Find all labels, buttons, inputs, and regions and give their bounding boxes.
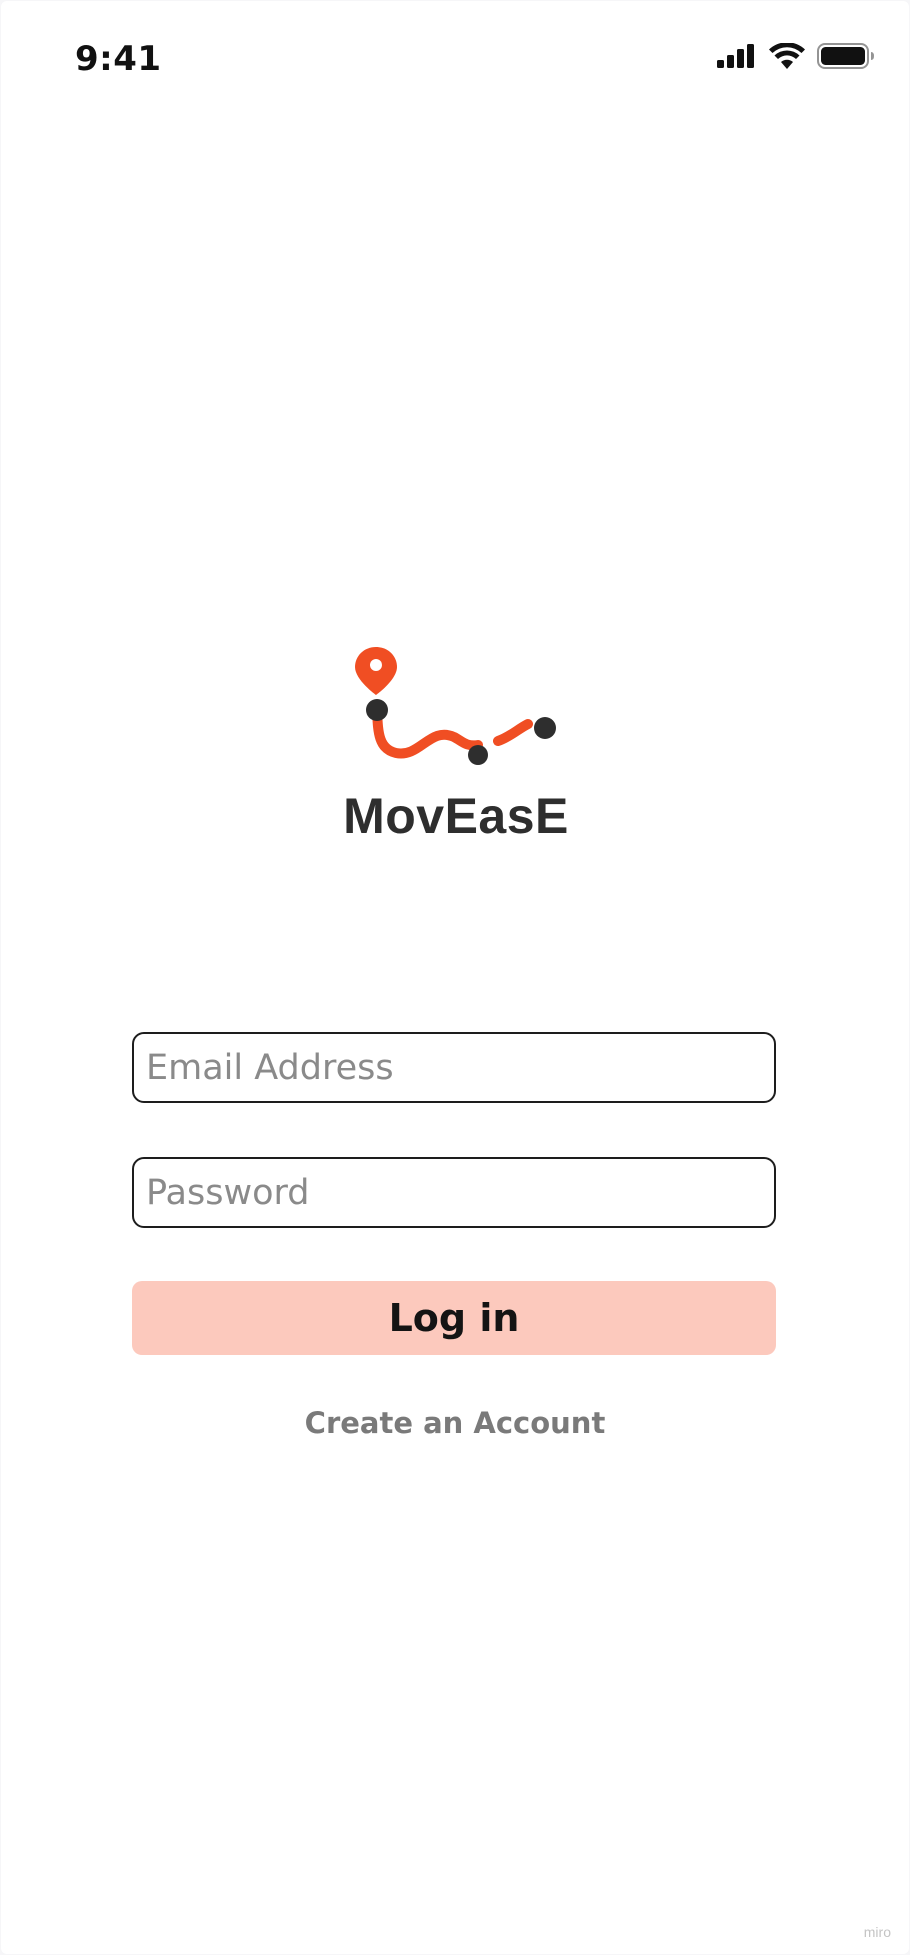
password-field-wrapper (132, 1157, 776, 1228)
status-bar: 9:41 (1, 1, 909, 121)
create-account-link[interactable]: Create an Account (251, 1406, 659, 1440)
battery-icon (817, 43, 875, 69)
brand-name: MovEasE (343, 788, 569, 844)
email-field[interactable] (134, 1034, 774, 1101)
status-time: 9:41 (75, 39, 162, 79)
login-screen: 9:41 MovEasE Email Address Log in Create… (1, 1, 909, 1954)
cellular-signal-icon (717, 44, 757, 68)
wifi-icon (769, 43, 805, 69)
email-field-wrapper (132, 1032, 776, 1103)
watermark: miro (863, 1924, 891, 1940)
status-icons (717, 43, 875, 69)
login-button[interactable]: Log in (132, 1281, 776, 1355)
password-field[interactable] (134, 1159, 774, 1226)
